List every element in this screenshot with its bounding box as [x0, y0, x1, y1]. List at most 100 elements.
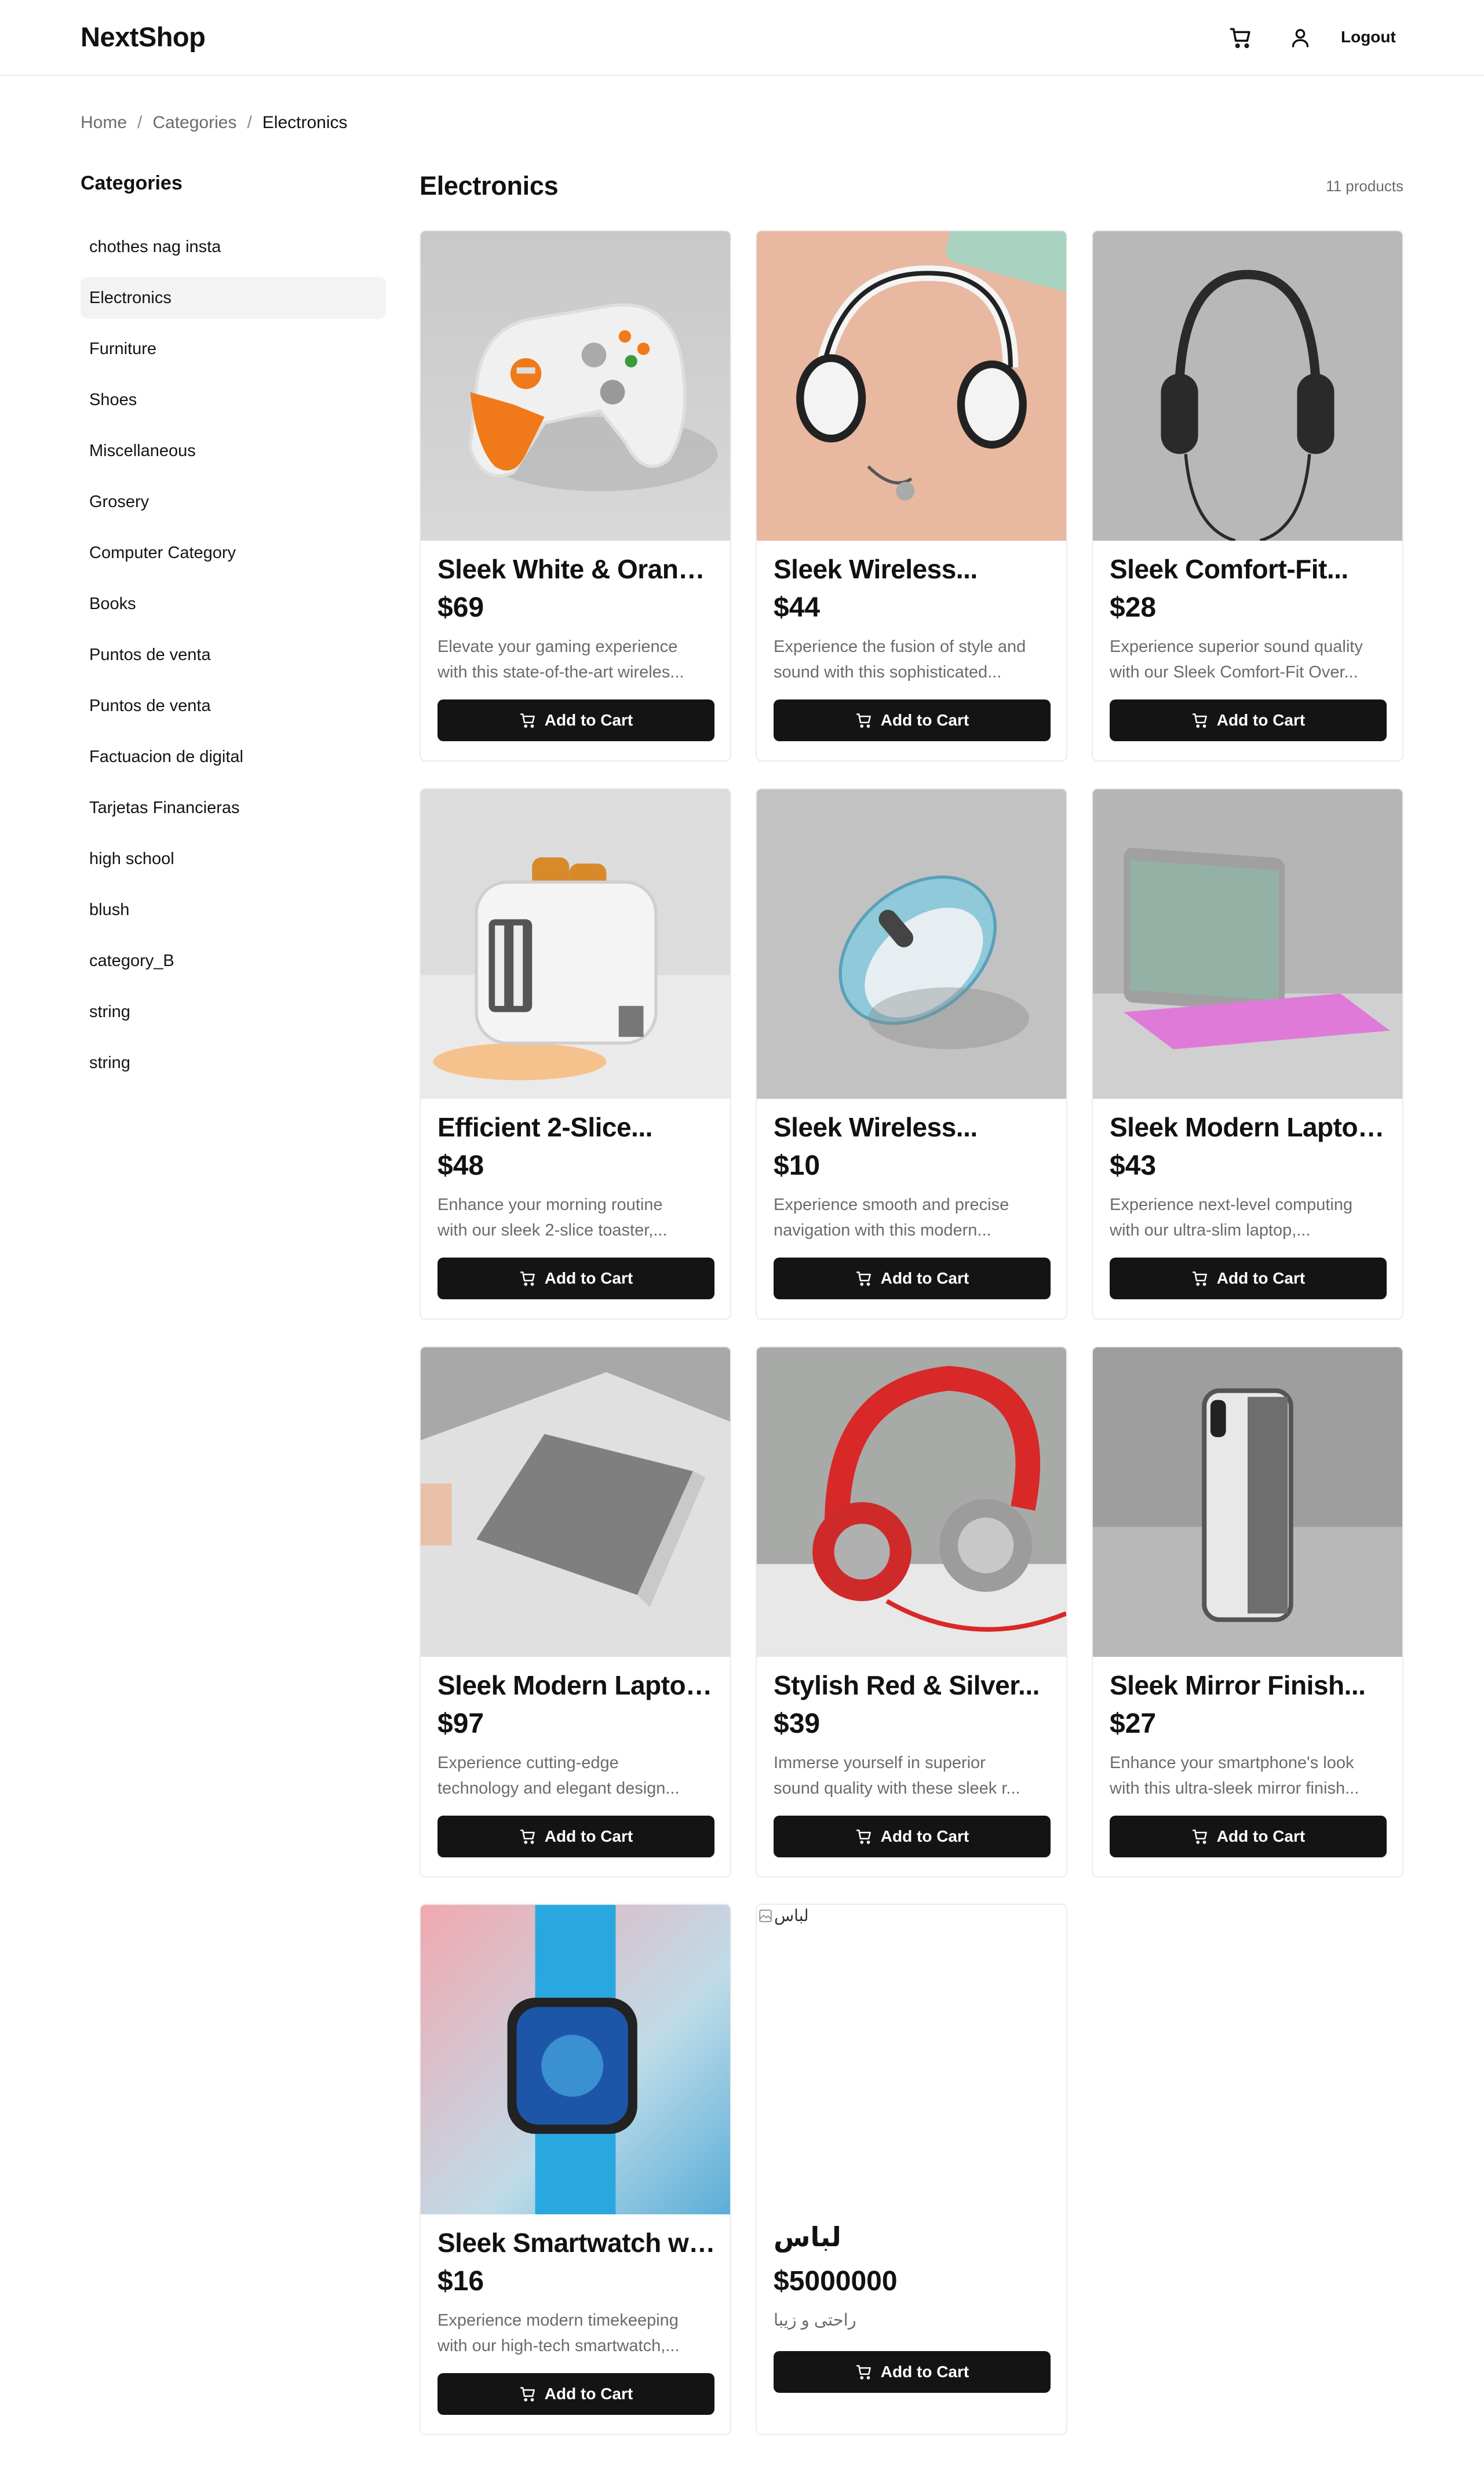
sidebar-item[interactable]: Factuacion de digital [81, 736, 386, 778]
sidebar-item[interactable]: string [81, 991, 386, 1033]
product-card[interactable]: Sleek Comfort-Fit... $28 Experience superi… [1092, 230, 1403, 761]
add-to-cart-button[interactable]: Add to Cart [437, 699, 714, 741]
product-image[interactable] [1093, 1347, 1402, 1657]
product-count: 11 products [1326, 177, 1403, 195]
product-title[interactable]: Sleek White & Orange... [437, 553, 716, 585]
add-to-cart-button[interactable]: Add to Cart [774, 2351, 1051, 2393]
description-line: Experience next-level computing [1110, 1196, 1353, 1214]
product-title[interactable]: Stylish Red & Silver... [774, 1670, 1052, 1701]
product-image[interactable] [757, 1347, 1066, 1657]
breadcrumb: Home / Categories / Electronics [81, 113, 348, 133]
product-image[interactable] [421, 1905, 730, 2214]
add-to-cart-button[interactable]: Add to Cart [774, 699, 1051, 741]
product-title[interactable]: Sleek Smartwatch wi... [437, 2227, 716, 2258]
cart-icon [520, 1830, 535, 1844]
product-card[interactable]: Sleek Mirror Finish... $27 Enhance your sm… [1092, 1346, 1403, 1878]
product-image[interactable] [1093, 789, 1402, 1099]
add-to-cart-label: Add to Cart [880, 1269, 969, 1287]
product-image[interactable] [757, 789, 1066, 1099]
product-description: Immerse yourself in superior sound qualit… [774, 1750, 1052, 1801]
product-image[interactable] [421, 231, 730, 541]
sidebar-item[interactable]: string [81, 1042, 386, 1084]
product-card[interactable]: Sleek Smartwatch wi... $16 Experience mode… [420, 1904, 731, 2435]
description-line: sound quality with these sleek r... [774, 1779, 1020, 1798]
cart-icon [520, 713, 535, 728]
cart-icon [856, 1271, 871, 1286]
product-title[interactable]: Sleek Mirror Finish... [1110, 1670, 1388, 1701]
logout-button[interactable]: Logout [1341, 28, 1396, 46]
product-title[interactable]: Sleek Comfort-Fit... [1110, 553, 1388, 585]
product-description: Experience next-level computing with our … [1110, 1192, 1388, 1243]
product-title[interactable]: Sleek Wireless... [774, 553, 1052, 585]
sidebar-item[interactable]: Shoes [81, 379, 386, 421]
description-line: Enhance your smartphone's look [1110, 1754, 1354, 1772]
logo[interactable]: NextShop [81, 21, 206, 53]
description-line: with our high-tech smartwatch,... [437, 2337, 680, 2355]
description-line: technology and elegant design... [437, 1779, 680, 1798]
product-card[interactable]: Sleek Wireless... $10 Experience smooth an… [756, 788, 1067, 1320]
user-icon[interactable] [1289, 25, 1312, 50]
cart-icon[interactable] [1228, 25, 1253, 50]
product-image[interactable] [1093, 231, 1402, 541]
product-title[interactable]: Sleek Modern Laptop... [437, 1670, 716, 1701]
add-to-cart-button[interactable]: Add to Cart [437, 2373, 714, 2415]
add-to-cart-label: Add to Cart [544, 1827, 633, 1845]
product-price: $44 [774, 592, 821, 623]
add-to-cart-button[interactable]: Add to Cart [1110, 1258, 1387, 1299]
product-card[interactable]: Efficient 2-Slice... $48 Enhance your morn… [420, 788, 731, 1320]
add-to-cart-button[interactable]: Add to Cart [437, 1258, 714, 1299]
add-to-cart-label: Add to Cart [544, 1269, 633, 1287]
page-title: Electronics [420, 171, 559, 201]
cart-icon [1192, 713, 1207, 728]
product-price: $39 [774, 1708, 821, 1739]
add-to-cart-label: Add to Cart [880, 1827, 969, 1845]
add-to-cart-label: Add to Cart [1216, 1269, 1306, 1287]
product-card[interactable]: لباس لباس $5000000 راحتی و زیبا Add to Cart [756, 1904, 1067, 2435]
cart-icon [1192, 1830, 1207, 1844]
product-title[interactable]: Efficient 2-Slice... [437, 1112, 716, 1143]
sidebar-item[interactable]: Puntos de venta [81, 634, 386, 676]
breadcrumb-current: Electronics [262, 113, 348, 132]
description-line: Enhance your morning routine [437, 1196, 663, 1214]
product-image[interactable] [421, 789, 730, 1099]
description-line: Experience modern timekeeping [437, 2311, 679, 2330]
product-title[interactable]: Sleek Modern Laptop... [1110, 1112, 1388, 1143]
product-image[interactable] [757, 231, 1066, 541]
sidebar-item[interactable]: Grosery [81, 481, 386, 523]
add-to-cart-button[interactable]: Add to Cart [1110, 1816, 1387, 1857]
add-to-cart-button[interactable]: Add to Cart [774, 1258, 1051, 1299]
product-card[interactable]: Sleek Wireless... $44 Experience the fusio… [756, 230, 1067, 761]
description-line: Experience superior sound quality [1110, 637, 1363, 656]
product-title[interactable]: Sleek Wireless... [774, 1112, 1052, 1143]
description-line: with this state-of-the-art wireles... [437, 663, 684, 682]
add-to-cart-button[interactable]: Add to Cart [1110, 699, 1387, 741]
breadcrumb-categories[interactable]: Categories [152, 113, 236, 133]
add-to-cart-button[interactable]: Add to Cart [437, 1816, 714, 1857]
product-image[interactable]: لباس [757, 1905, 1066, 2214]
add-to-cart-button[interactable]: Add to Cart [774, 1816, 1051, 1857]
product-description: Experience superior sound quality with ou… [1110, 634, 1388, 685]
sidebar-item[interactable]: Furniture [81, 328, 386, 370]
sidebar-item[interactable]: Miscellaneous [81, 430, 386, 472]
product-card[interactable]: Sleek Modern Laptop... $43 Experience next… [1092, 788, 1403, 1320]
product-price: $43 [1110, 1150, 1157, 1181]
sidebar-item[interactable]: chothes nag insta [81, 226, 386, 268]
sidebar-item[interactable]: Electronics [81, 277, 386, 319]
sidebar-item[interactable]: Puntos de venta [81, 685, 386, 727]
sidebar-item[interactable]: category_B [81, 940, 386, 982]
sidebar-item[interactable]: Books [81, 583, 386, 625]
sidebar-item[interactable]: blush [81, 889, 386, 931]
add-to-cart-label: Add to Cart [1216, 1827, 1306, 1845]
sidebar-item[interactable]: Computer Category [81, 532, 386, 574]
product-price: $16 [437, 2266, 484, 2297]
description-line: sound with this sophisticated... [774, 663, 1002, 682]
product-card[interactable]: Sleek White & Orange... $69 Elevate your g… [420, 230, 731, 761]
breadcrumb-home[interactable]: Home [81, 113, 127, 133]
product-card[interactable]: Sleek Modern Laptop... $97 Experience cutt… [420, 1346, 731, 1878]
sidebar-item[interactable]: Tarjetas Financieras [81, 787, 386, 829]
product-title[interactable]: لباس [774, 2221, 1052, 2253]
product-image[interactable] [421, 1347, 730, 1657]
sidebar-item[interactable]: high school [81, 838, 386, 880]
product-card[interactable]: Stylish Red & Silver... $39 Immerse yourse… [756, 1346, 1067, 1878]
product-price: $5000000 [774, 2266, 898, 2297]
